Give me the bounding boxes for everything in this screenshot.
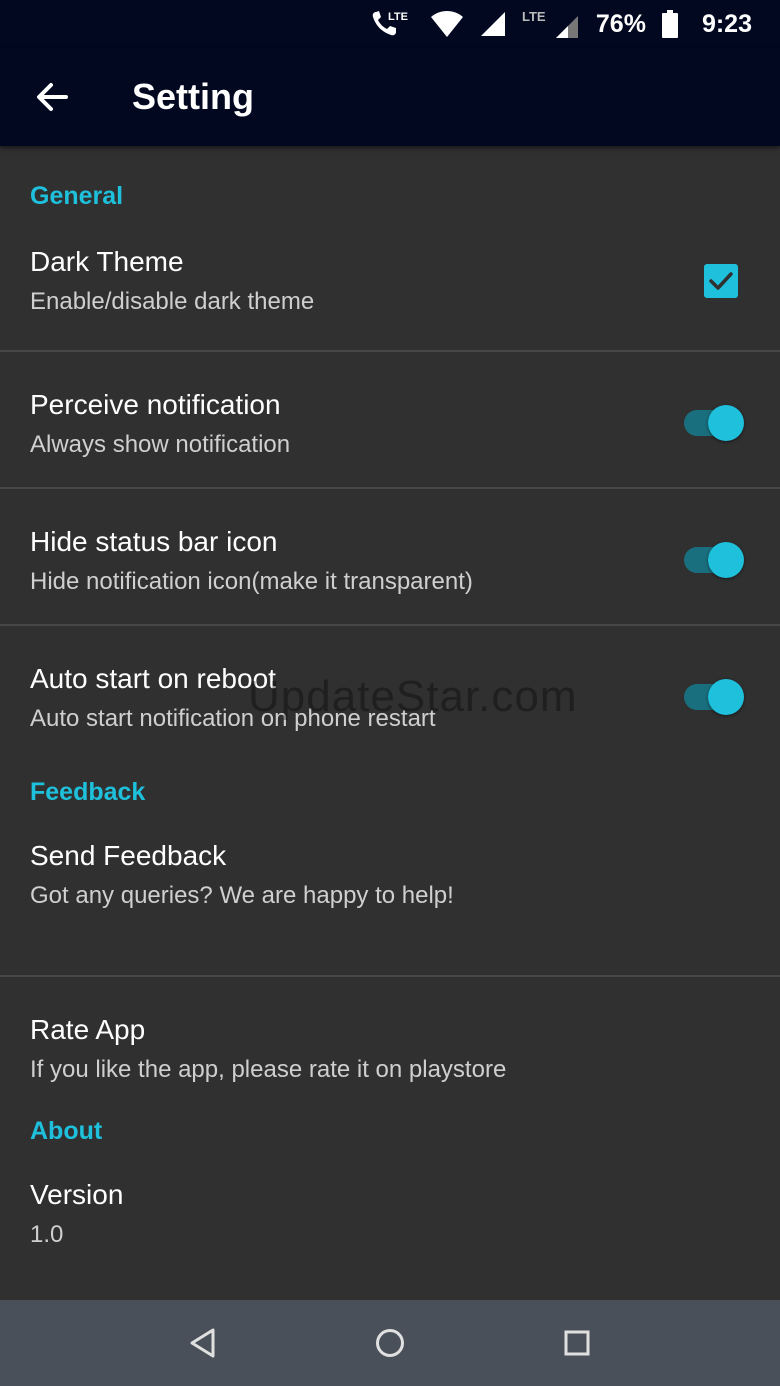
section-header-feedback: Feedback <box>30 778 146 806</box>
nav-home-button[interactable] <box>360 1313 420 1373</box>
clock: 9:23 <box>701 9 752 38</box>
dark-theme-checkbox[interactable] <box>704 264 738 298</box>
setting-dark-theme[interactable]: Dark Theme Enable/disable dark theme <box>0 246 780 350</box>
watermark: UpdateStar.com <box>248 672 578 721</box>
setting-perceive-notification[interactable]: Perceive notification Always show notifi… <box>0 352 780 487</box>
section-header-general: General <box>30 182 124 210</box>
lte-signal-icon: LTE <box>522 9 580 39</box>
setting-summary: Got any queries? We are happy to help! <box>30 882 454 909</box>
app-bar: Setting <box>0 48 780 146</box>
arrow-back-icon <box>37 83 68 111</box>
nav-recents-button[interactable] <box>547 1313 607 1373</box>
wifi-icon <box>430 10 464 38</box>
svg-text:LTE: LTE <box>522 9 546 24</box>
lte-call-icon: LTE <box>370 8 414 40</box>
hide-status-bar-icon-switch[interactable] <box>684 542 744 578</box>
battery-percentage: 76% <box>595 9 646 38</box>
page-title: Setting <box>132 76 254 117</box>
setting-version[interactable]: Version 1.0 <box>0 1179 780 1269</box>
status-bar: LTE LTE 76% 9:23 <box>0 0 780 48</box>
back-button[interactable] <box>22 67 82 127</box>
setting-summary: 1.0 <box>30 1221 64 1248</box>
switch-thumb <box>708 542 744 578</box>
setting-summary: If you like the app, please rate it on p… <box>30 1056 507 1083</box>
check-icon <box>709 272 733 290</box>
switch-thumb <box>708 405 744 441</box>
setting-hide-status-bar-icon[interactable]: Hide status bar icon Hide notification i… <box>0 489 780 624</box>
setting-title: Dark Theme <box>30 246 184 277</box>
setting-title: Perceive notification <box>30 389 281 420</box>
setting-title: Version <box>30 1179 124 1210</box>
setting-send-feedback[interactable]: Send Feedback Got any queries? We are ha… <box>0 840 780 975</box>
auto-start-switch[interactable] <box>684 679 744 715</box>
cellular-signal-icon <box>480 11 506 37</box>
setting-summary: Enable/disable dark theme <box>30 288 315 315</box>
perceive-notification-switch[interactable] <box>684 405 744 441</box>
svg-text:LTE: LTE <box>388 11 408 23</box>
switch-thumb <box>708 679 744 715</box>
setting-title: Hide status bar icon <box>30 526 278 557</box>
nav-recents-icon <box>564 1330 590 1356</box>
nav-back-icon <box>190 1328 215 1358</box>
nav-home-icon <box>375 1329 404 1357</box>
setting-title: Rate App <box>30 1014 146 1045</box>
section-header-about: About <box>30 1117 103 1145</box>
setting-title: Send Feedback <box>30 840 227 871</box>
navigation-bar <box>0 1300 780 1386</box>
battery-icon <box>661 10 678 38</box>
setting-rate-app[interactable]: Rate App If you like the app, please rat… <box>0 977 780 1097</box>
nav-back-button[interactable] <box>173 1313 233 1373</box>
setting-summary: Hide notification icon(make it transpare… <box>30 568 473 595</box>
setting-summary: Always show notification <box>30 431 291 458</box>
